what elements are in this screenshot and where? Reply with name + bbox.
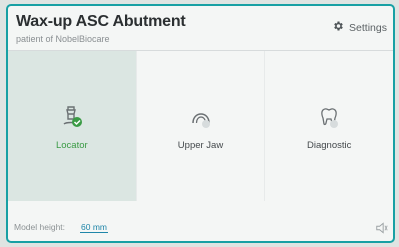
patient-subtitle: patient of NobelBiocare [16, 34, 110, 44]
locator-abutment-icon [63, 106, 82, 127]
model-height-label: Model height: [14, 222, 66, 232]
check-badge [71, 117, 82, 127]
tile-upper-jaw[interactable]: Upper Jaw [137, 51, 266, 201]
tile-label-diagnostic: Diagnostic [307, 140, 352, 151]
diagnostic-tooth-icon [321, 108, 339, 128]
tile-label-upper-jaw: Upper Jaw [177, 140, 224, 151]
option-grid: Locator Upper Jaw Diagnostic [8, 51, 393, 201]
tile-diagnostic[interactable]: Diagnostic [265, 51, 393, 201]
page-title: Wax-up ASC Abutment [16, 13, 186, 30]
settings-label: Settings [349, 21, 387, 34]
speaker-icon[interactable] [375, 221, 389, 235]
tile-locator[interactable]: Locator [8, 51, 137, 201]
settings-button[interactable]: Settings [332, 20, 387, 35]
tile-label-locator: Locator [55, 140, 88, 151]
footer: Model height: 60 mm [8, 199, 393, 241]
model-height-value[interactable]: 60 mm [80, 222, 108, 233]
app-screen: Wax-up ASC Abutment patient of NobelBioc… [6, 4, 395, 243]
gear-icon [332, 20, 344, 35]
header: Wax-up ASC Abutment patient of NobelBioc… [14, 12, 387, 50]
upper-jaw-icon [191, 113, 210, 128]
